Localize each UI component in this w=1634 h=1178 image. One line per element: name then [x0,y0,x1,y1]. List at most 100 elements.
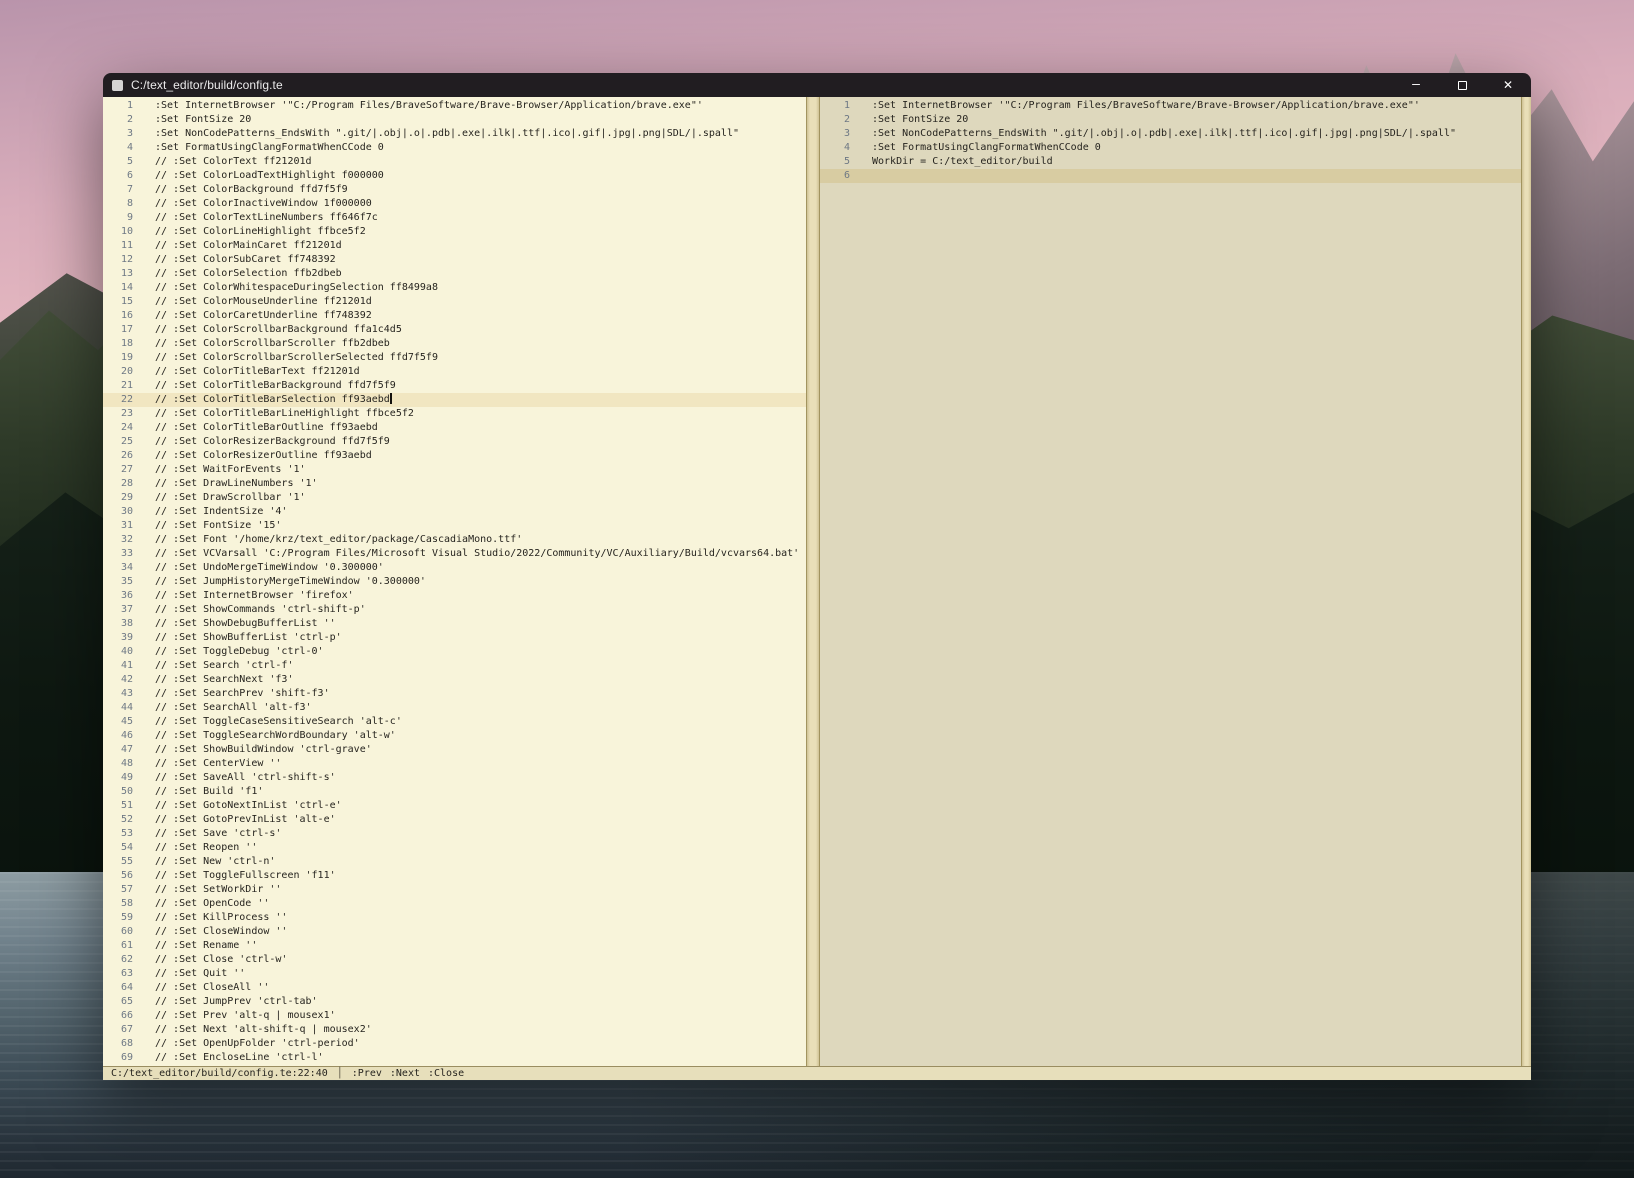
code-line[interactable]: 7// :Set ColorBackground ffd7f5f9 [103,183,806,197]
code-line[interactable]: 44// :Set SearchAll 'alt-f3' [103,701,806,715]
line-text: // :Set ShowCommands 'ctrl-shift-p' [155,603,366,617]
code-line[interactable]: 55// :Set New 'ctrl-n' [103,855,806,869]
code-line[interactable]: 22// :Set ColorTitleBarSelection ff93aeb… [103,393,806,407]
code-line[interactable]: 53// :Set Save 'ctrl-s' [103,827,806,841]
code-line[interactable]: 57// :Set SetWorkDir '' [103,883,806,897]
window-titlebar[interactable]: C:/text_editor/build/config.te – ✕ [103,73,1531,97]
code-line[interactable]: 6// :Set ColorLoadTextHighlight f000000 [103,169,806,183]
scrollbar-right[interactable] [1521,97,1531,1066]
code-line[interactable]: 2:Set FontSize 20 [103,113,806,127]
status-command-prev[interactable]: :Prev [352,1067,382,1080]
code-line[interactable]: 38// :Set ShowDebugBufferList '' [103,617,806,631]
code-line[interactable]: 43// :Set SearchPrev 'shift-f3' [103,687,806,701]
line-number: 25 [103,435,133,449]
code-line[interactable]: 25// :Set ColorResizerBackground ffd7f5f… [103,435,806,449]
code-line[interactable]: 4:Set FormatUsingClangFormatWhenCCode 0 [820,141,1521,155]
code-line[interactable]: 15// :Set ColorMouseUnderline ff21201d [103,295,806,309]
code-line[interactable]: 10// :Set ColorLineHighlight ffbce5f2 [103,225,806,239]
editor-pane-left[interactable]: 1:Set InternetBrowser '"C:/Program Files… [103,97,806,1066]
code-line[interactable]: 5WorkDir = C:/text_editor/build [820,155,1521,169]
minimize-button[interactable]: – [1393,73,1439,97]
code-line[interactable]: 42// :Set SearchNext 'f3' [103,673,806,687]
code-line[interactable]: 63// :Set Quit '' [103,967,806,981]
code-line[interactable]: 18// :Set ColorScrollbarScroller ffb2dbe… [103,337,806,351]
code-line[interactable]: 69// :Set EncloseLine 'ctrl-l' [103,1051,806,1065]
code-line[interactable]: 29// :Set DrawScrollbar '1' [103,491,806,505]
code-line[interactable]: 67// :Set Next 'alt-shift-q | mousex2' [103,1023,806,1037]
code-line[interactable]: 48// :Set CenterView '' [103,757,806,771]
code-line[interactable]: 40// :Set ToggleDebug 'ctrl-0' [103,645,806,659]
scrollbar-left[interactable] [806,97,820,1066]
code-line[interactable]: 52// :Set GotoPrevInList 'alt-e' [103,813,806,827]
line-text: // :Set ColorTitleBarBackground ffd7f5f9 [155,379,396,393]
code-line[interactable]: 59// :Set KillProcess '' [103,911,806,925]
code-line[interactable]: 62// :Set Close 'ctrl-w' [103,953,806,967]
code-line[interactable]: 37// :Set ShowCommands 'ctrl-shift-p' [103,603,806,617]
code-line[interactable]: 36// :Set InternetBrowser 'firefox' [103,589,806,603]
code-line[interactable]: 41// :Set Search 'ctrl-f' [103,659,806,673]
code-line[interactable]: 39// :Set ShowBufferList 'ctrl-p' [103,631,806,645]
code-line[interactable]: 3:Set NonCodePatterns_EndsWith ".git/|.o… [103,127,806,141]
code-line[interactable]: 47// :Set ShowBuildWindow 'ctrl-grave' [103,743,806,757]
line-text: // :Set ColorLoadTextHighlight f000000 [155,169,384,183]
window-title: C:/text_editor/build/config.te [131,78,283,92]
line-number: 18 [103,337,133,351]
line-number: 5 [103,155,133,169]
code-line[interactable]: 20// :Set ColorTitleBarText ff21201d [103,365,806,379]
code-line[interactable]: 68// :Set OpenUpFolder 'ctrl-period' [103,1037,806,1051]
code-line[interactable]: 58// :Set OpenCode '' [103,897,806,911]
code-line[interactable]: 66// :Set Prev 'alt-q | mousex1' [103,1009,806,1023]
code-line[interactable]: 46// :Set ToggleSearchWordBoundary 'alt-… [103,729,806,743]
code-line[interactable]: 1:Set InternetBrowser '"C:/Program Files… [820,99,1521,113]
code-line[interactable]: 3:Set NonCodePatterns_EndsWith ".git/|.o… [820,127,1521,141]
code-line[interactable]: 60// :Set CloseWindow '' [103,925,806,939]
code-line[interactable]: 16// :Set ColorCaretUnderline ff748392 [103,309,806,323]
code-line[interactable]: 21// :Set ColorTitleBarBackground ffd7f5… [103,379,806,393]
code-line[interactable]: 6 [820,169,1521,183]
code-line[interactable]: 1:Set InternetBrowser '"C:/Program Files… [103,99,806,113]
line-text: // :Set Font '/home/krz/text_editor/pack… [155,533,522,547]
code-line[interactable]: 26// :Set ColorResizerOutline ff93aebd [103,449,806,463]
code-line[interactable]: 11// :Set ColorMainCaret ff21201d [103,239,806,253]
code-line[interactable]: 49// :Set SaveAll 'ctrl-shift-s' [103,771,806,785]
code-line[interactable]: 65// :Set JumpPrev 'ctrl-tab' [103,995,806,1009]
code-line[interactable]: 31// :Set FontSize '15' [103,519,806,533]
code-line[interactable]: 64// :Set CloseAll '' [103,981,806,995]
code-line[interactable]: 24// :Set ColorTitleBarOutline ff93aebd [103,421,806,435]
status-command-close[interactable]: :Close [428,1067,464,1080]
status-command-next[interactable]: :Next [390,1067,420,1080]
code-line[interactable]: 56// :Set ToggleFullscreen 'f11' [103,869,806,883]
code-line[interactable]: 35// :Set JumpHistoryMergeTimeWindow '0.… [103,575,806,589]
editor-pane-right[interactable]: 1:Set InternetBrowser '"C:/Program Files… [820,97,1521,1066]
code-line[interactable]: 4:Set FormatUsingClangFormatWhenCCode 0 [103,141,806,155]
maximize-button[interactable] [1439,73,1485,97]
code-line[interactable]: 51// :Set GotoNextInList 'ctrl-e' [103,799,806,813]
line-text: // :Set ColorScrollbarScrollerSelected f… [155,351,438,365]
line-text: // :Set ShowBuildWindow 'ctrl-grave' [155,743,372,757]
line-text: // :Set DrawScrollbar '1' [155,491,306,505]
code-line[interactable]: 9// :Set ColorTextLineNumbers ff646f7c [103,211,806,225]
code-line[interactable]: 28// :Set DrawLineNumbers '1' [103,477,806,491]
code-line[interactable]: 61// :Set Rename '' [103,939,806,953]
code-line[interactable]: 23// :Set ColorTitleBarLineHighlight ffb… [103,407,806,421]
code-line[interactable]: 45// :Set ToggleCaseSensitiveSearch 'alt… [103,715,806,729]
line-number: 57 [103,883,133,897]
status-location: C:/text_editor/build/config.te:22:40 [111,1067,328,1080]
code-line[interactable]: 30// :Set IndentSize '4' [103,505,806,519]
code-line[interactable]: 27// :Set WaitForEvents '1' [103,463,806,477]
code-line[interactable]: 8// :Set ColorInactiveWindow 1f000000 [103,197,806,211]
code-line[interactable]: 54// :Set Reopen '' [103,841,806,855]
code-line[interactable]: 13// :Set ColorSelection ffb2dbeb [103,267,806,281]
code-line[interactable]: 32// :Set Font '/home/krz/text_editor/pa… [103,533,806,547]
code-line[interactable]: 34// :Set UndoMergeTimeWindow '0.300000' [103,561,806,575]
code-line[interactable]: 12// :Set ColorSubCaret ff748392 [103,253,806,267]
code-line[interactable]: 14// :Set ColorWhitespaceDuringSelection… [103,281,806,295]
code-line[interactable]: 19// :Set ColorScrollbarScrollerSelected… [103,351,806,365]
line-text: :Set NonCodePatterns_EndsWith ".git/|.ob… [872,127,1456,141]
code-line[interactable]: 17// :Set ColorScrollbarBackground ffa1c… [103,323,806,337]
close-button[interactable]: ✕ [1485,73,1531,97]
code-line[interactable]: 2:Set FontSize 20 [820,113,1521,127]
code-line[interactable]: 5// :Set ColorText ff21201d [103,155,806,169]
code-line[interactable]: 50// :Set Build 'f1' [103,785,806,799]
code-line[interactable]: 33// :Set VCVarsall 'C:/Program Files/Mi… [103,547,806,561]
